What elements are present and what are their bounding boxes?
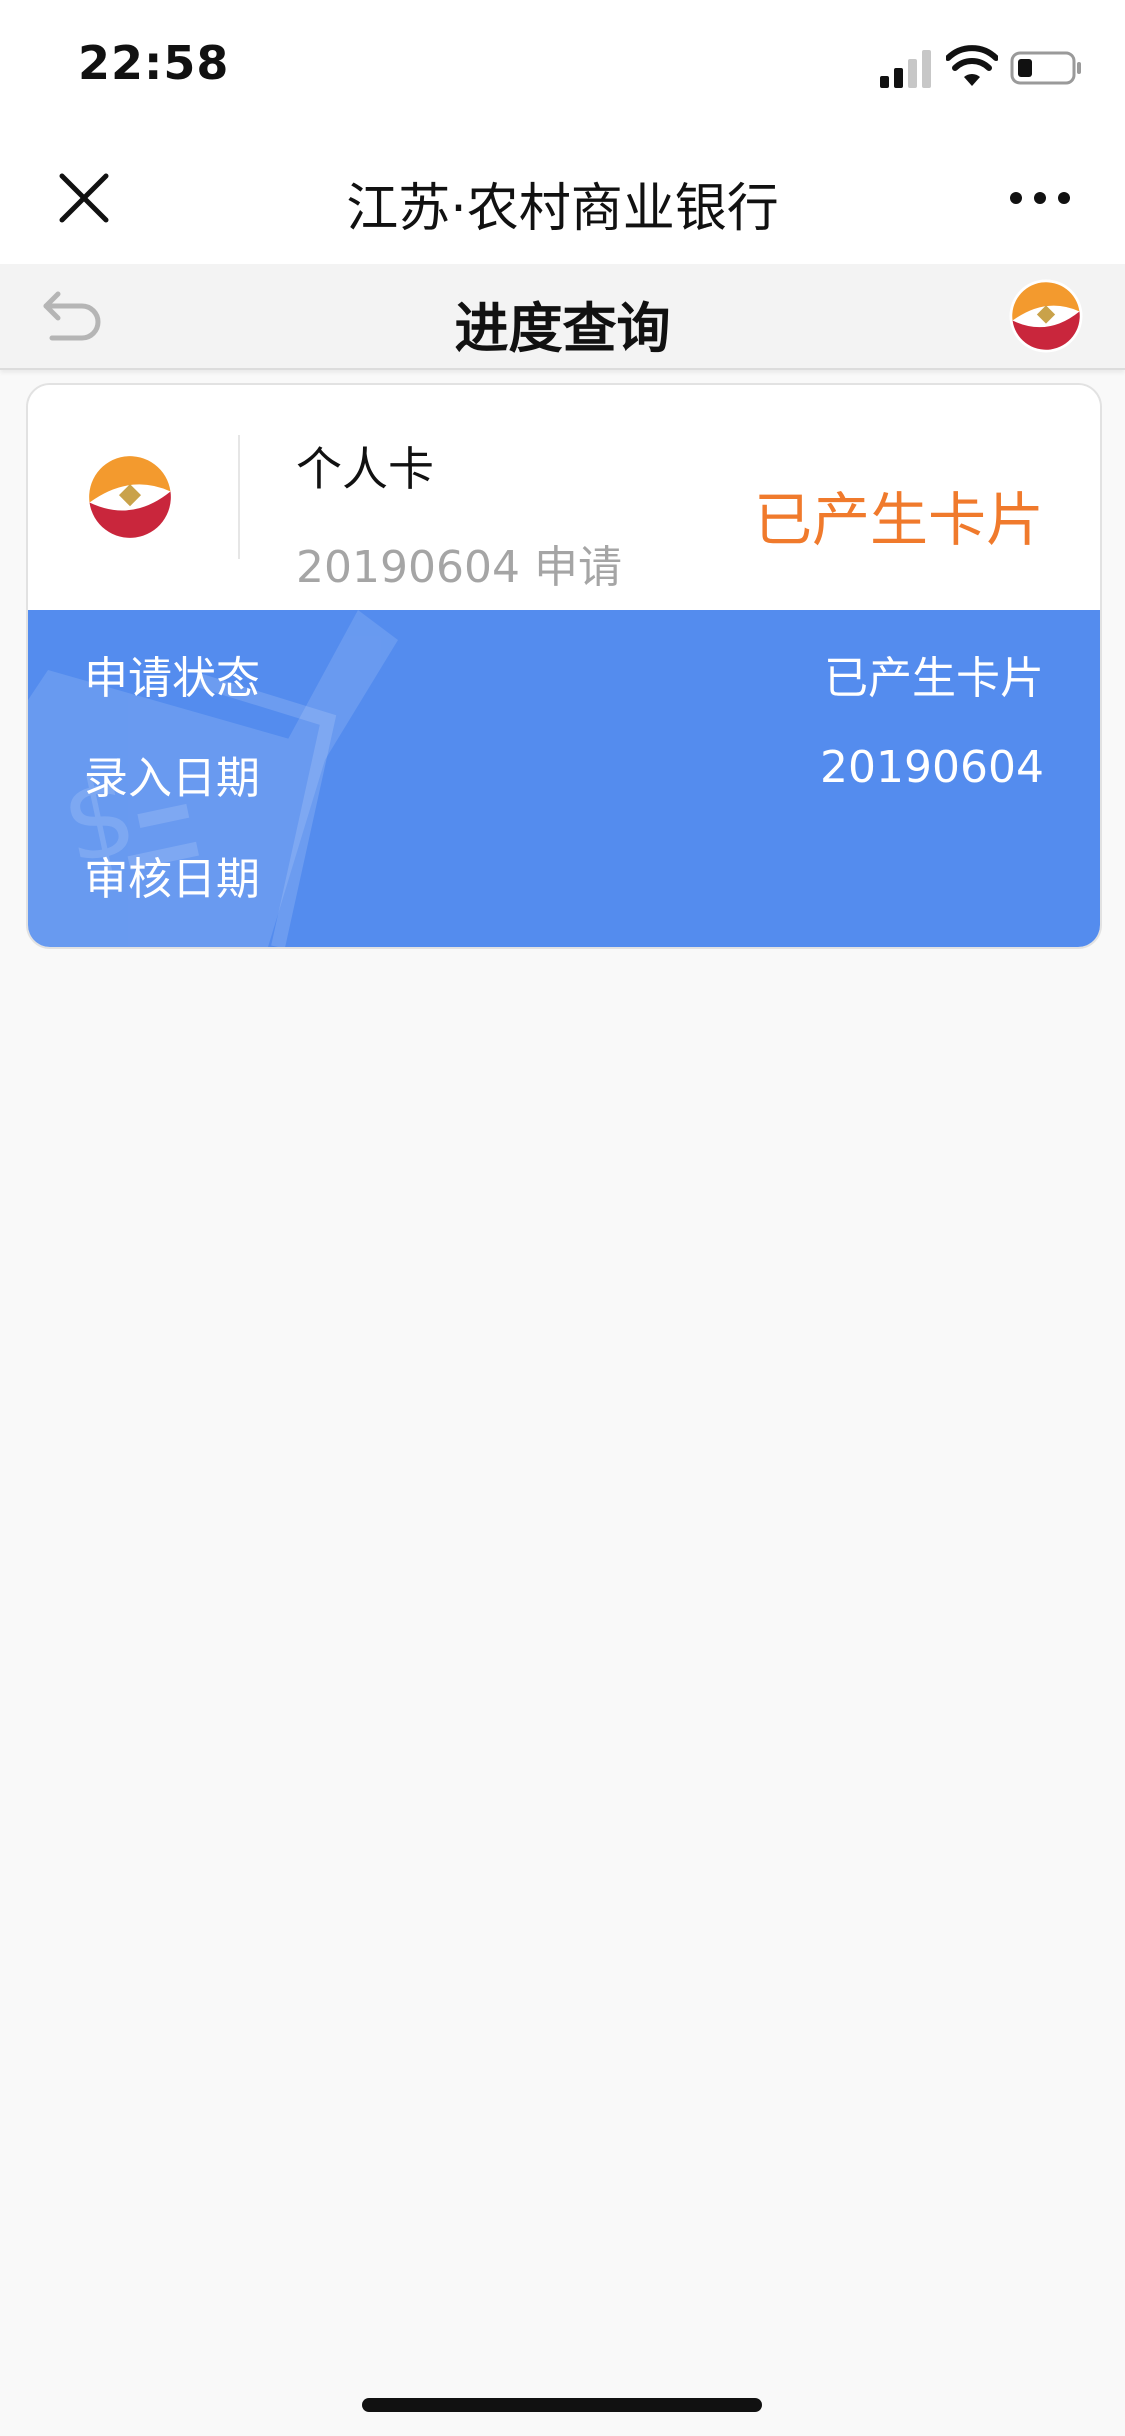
detail-row-review-date: 审核日期 xyxy=(84,843,1044,905)
card-summary: 个人卡 20190604 申请 已产生卡片 xyxy=(28,385,1100,610)
card-progress-panel[interactable]: 个人卡 20190604 申请 已产生卡片 $ 申请状态 已产生卡片 录入日期 … xyxy=(26,383,1102,949)
apply-date: 20190604 申请 xyxy=(296,542,622,593)
bank-logo-icon xyxy=(1009,279,1083,353)
section-title: 进度查询 xyxy=(454,297,671,360)
status-badge: 已产生卡片 xyxy=(753,486,1044,554)
wifi-icon xyxy=(946,45,998,86)
status-bar: 22:58 xyxy=(0,0,1125,132)
detail-label: 申请状态 xyxy=(84,653,260,704)
detail-value: 已产生卡片 xyxy=(824,653,1044,704)
divider xyxy=(238,435,240,559)
card-type: 个人卡 xyxy=(296,442,434,496)
home-indicator[interactable] xyxy=(362,2398,762,2412)
detail-label: 审核日期 xyxy=(84,854,260,905)
sub-header: 进度查询 xyxy=(0,264,1125,370)
detail-value: 20190604 xyxy=(820,742,1044,793)
status-time: 22:58 xyxy=(78,36,230,90)
detail-row-status: 申请状态 已产生卡片 xyxy=(84,642,1044,704)
card-details: $ 申请状态 已产生卡片 录入日期 20190604 审核日期 xyxy=(28,610,1100,947)
detail-row-entry-date: 录入日期 20190604 xyxy=(84,742,1044,804)
page-title: 江苏·农村商业银行 xyxy=(346,179,779,239)
battery-icon xyxy=(1010,51,1081,85)
cellular-signal-icon xyxy=(880,50,931,88)
bank-logo-icon xyxy=(85,452,175,542)
navigation-bar: 江苏·农村商业银行 xyxy=(0,132,1125,264)
detail-label: 录入日期 xyxy=(84,753,260,804)
more-options-icon[interactable] xyxy=(1000,180,1080,216)
